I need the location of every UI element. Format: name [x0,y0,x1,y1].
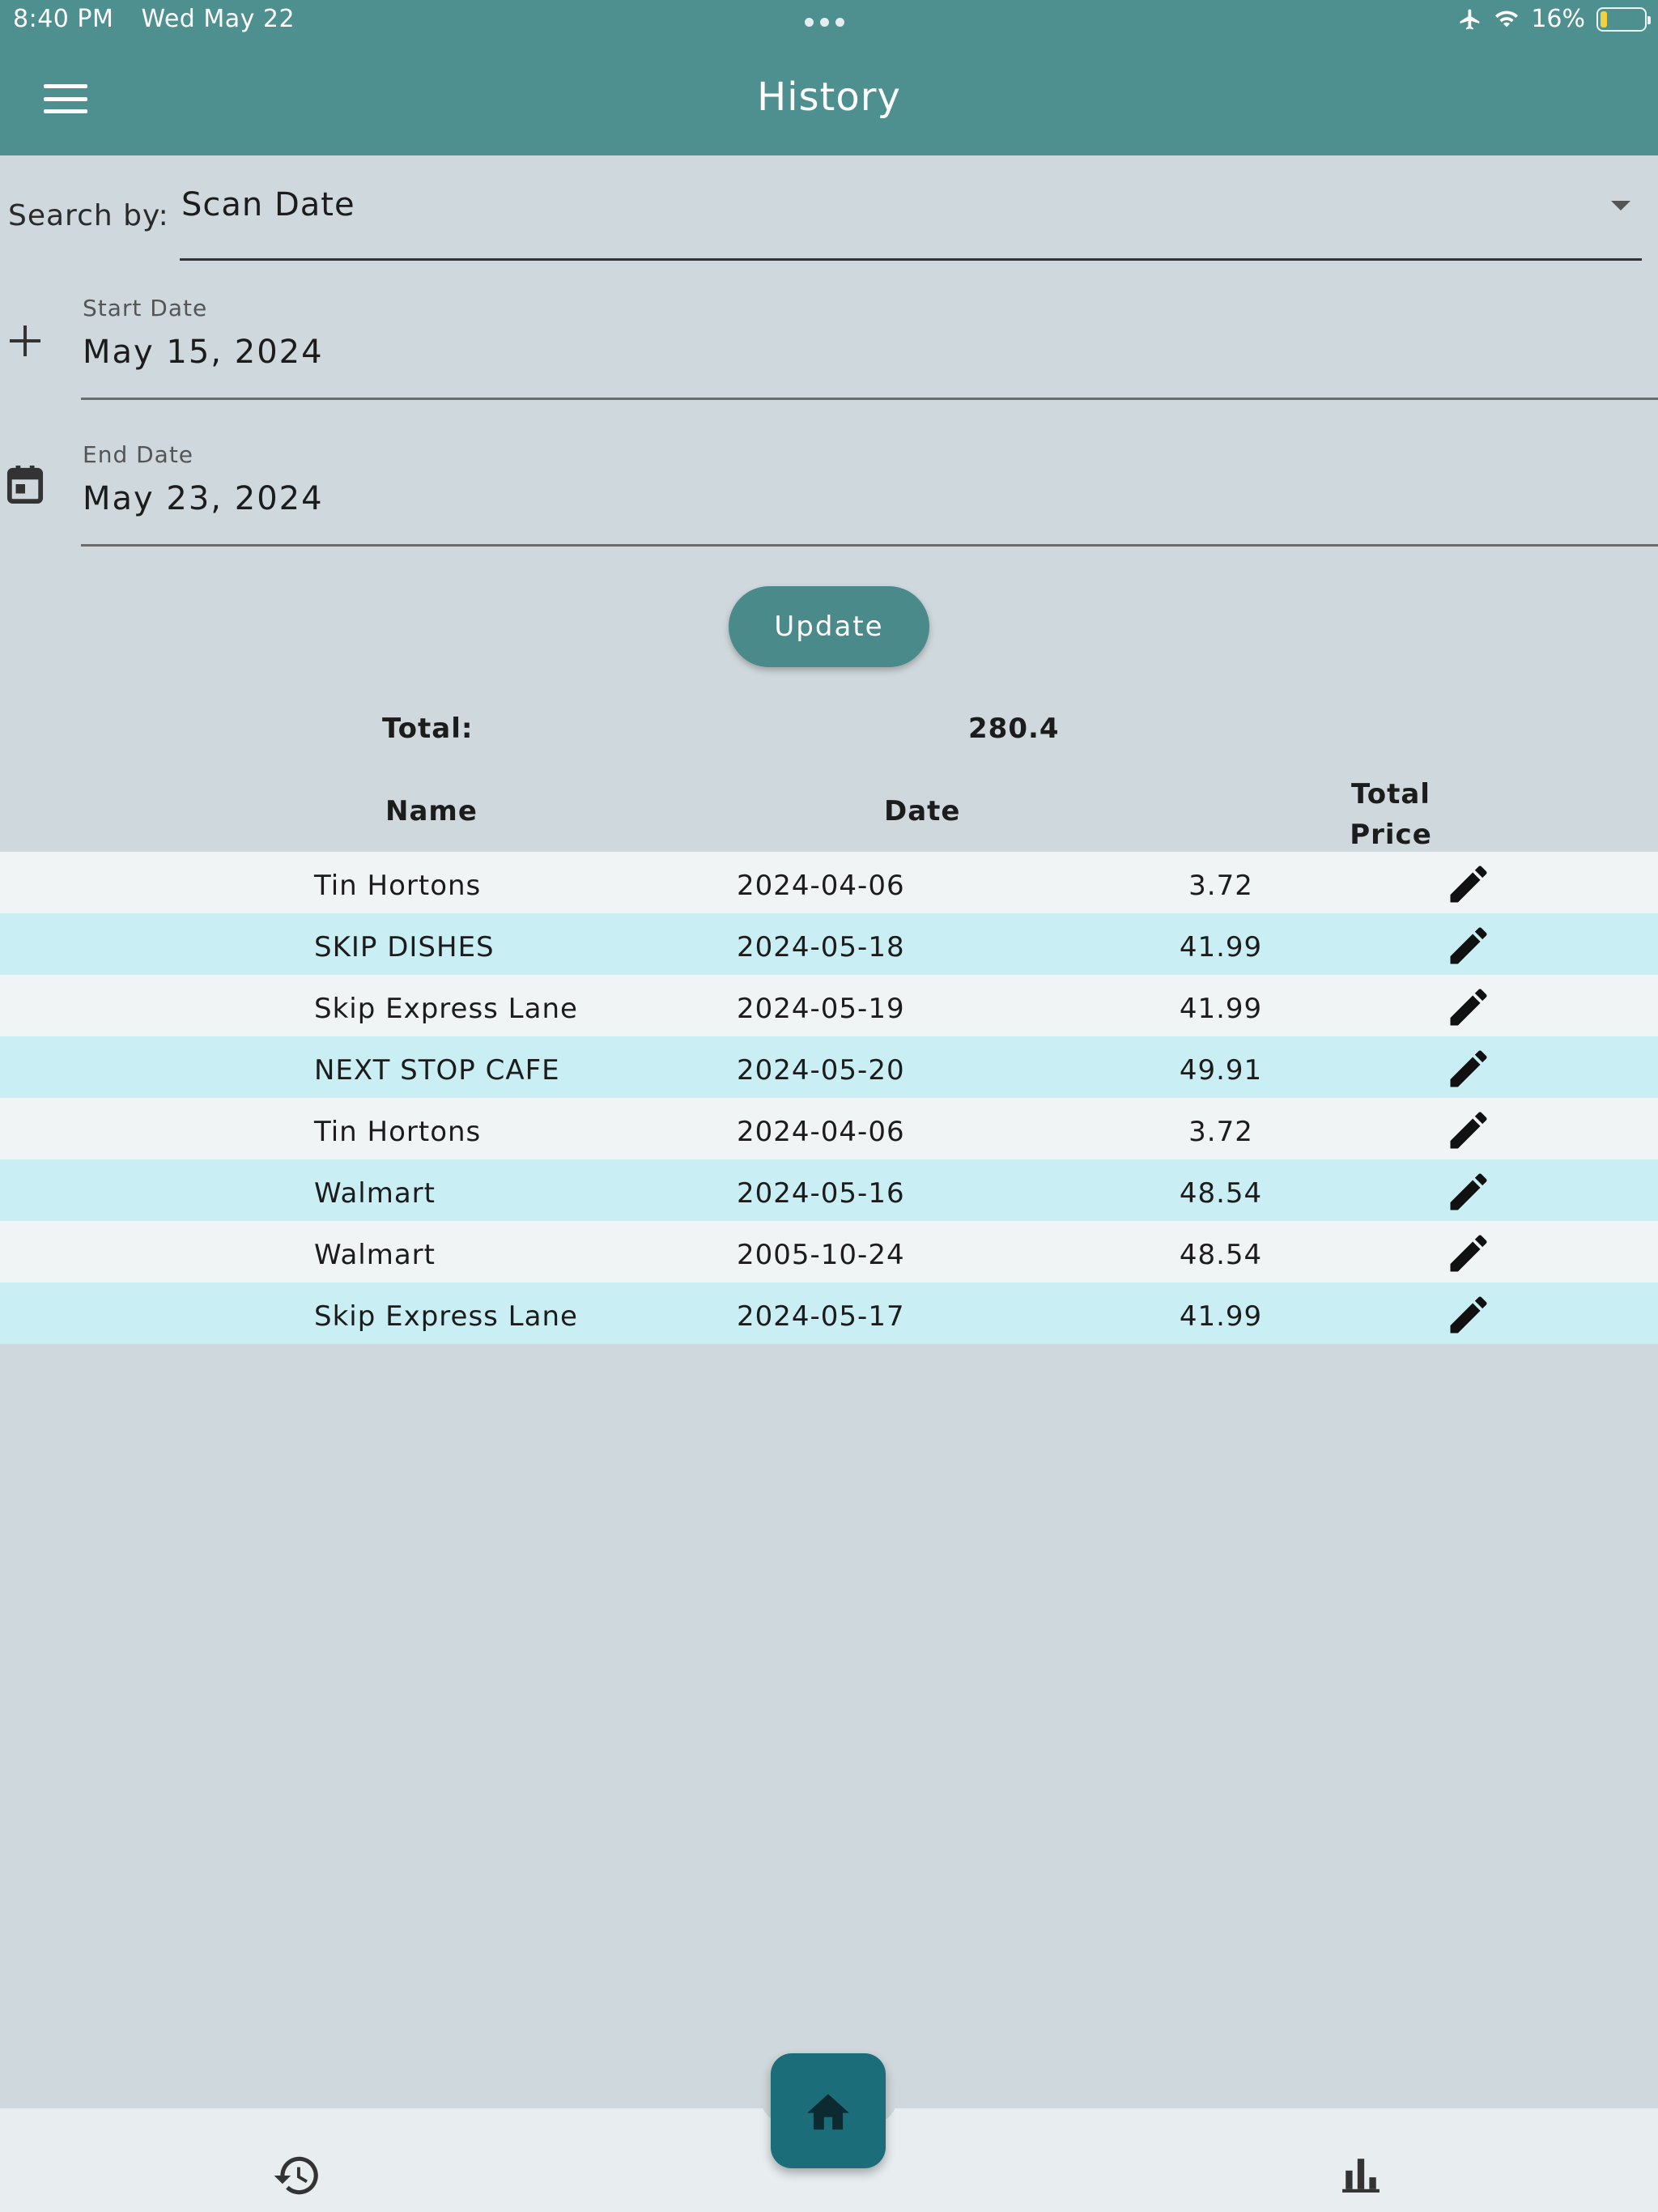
row-name: Skip Express Lane [314,993,578,1025]
row-price: 41.99 [1179,1300,1263,1333]
battery-icon [1596,6,1651,32]
bar-chart-icon[interactable] [1341,2154,1381,2194]
column-header-total-price-line2: Price [1350,819,1432,851]
search-by-label: Search by: [8,199,169,232]
row-date: 2024-04-06 [737,870,905,902]
table-row: NEXT STOP CAFE 2024-05-20 49.91 [0,1036,1658,1098]
row-price: 48.54 [1179,1239,1263,1271]
page-title: History [757,74,901,120]
row-price: 3.72 [1188,1116,1253,1148]
total-label: Total: [382,713,474,745]
row-date: 2024-05-19 [737,993,905,1025]
row-name: SKIP DISHES [314,931,495,963]
pencil-icon[interactable] [1444,1229,1493,1278]
row-name: Tin Hortons [314,1116,482,1148]
pencil-icon[interactable] [1444,1291,1493,1339]
status-bar-left: 8:40 PM Wed May 22 [13,5,314,33]
row-name: Skip Express Lane [314,1300,578,1333]
status-bar-right: 16% [1458,5,1651,33]
table-row: Walmart 2005-10-24 48.54 [0,1221,1658,1283]
table-row: Skip Express Lane 2024-05-19 41.99 [0,975,1658,1036]
status-time: 8:40 PM [13,5,114,33]
history-icon[interactable] [272,2150,322,2201]
row-name: NEXT STOP CAFE [314,1054,560,1087]
row-date: 2024-05-18 [737,931,905,963]
start-date-field[interactable]: Start Date May 15, 2024 [81,295,1658,400]
start-date-label: Start Date [83,295,208,321]
table-row: SKIP DISHES 2024-05-18 41.99 [0,913,1658,975]
column-header-date: Date [884,795,961,827]
home-button[interactable] [771,2053,886,2168]
row-name: Walmart [314,1177,436,1210]
table-row: Walmart 2024-05-16 48.54 [0,1159,1658,1221]
search-by-selected: Scan Date [181,186,355,223]
plus-icon[interactable] [10,325,40,356]
start-date-value: May 15, 2024 [83,334,324,371]
pencil-icon[interactable] [1444,983,1493,1032]
row-price: 41.99 [1179,931,1263,963]
app-bar: 8:40 PM Wed May 22 16% History [0,0,1658,155]
row-date: 2024-05-20 [737,1054,905,1087]
row-price: 41.99 [1179,993,1263,1025]
status-date: Wed May 22 [141,5,295,33]
pencil-icon[interactable] [1444,1168,1493,1216]
calendar-icon[interactable] [6,463,44,505]
row-price: 3.72 [1188,870,1253,902]
row-name: Walmart [314,1239,436,1271]
total-value: 280.4 [968,713,1060,745]
home-icon [807,2094,849,2130]
row-date: 2005-10-24 [737,1239,905,1271]
row-name: Tin Hortons [314,870,482,902]
battery-percent: 16% [1531,5,1585,33]
search-by-dropdown[interactable]: Scan Date [180,177,1642,261]
airplane-icon [1460,9,1480,29]
row-price: 48.54 [1179,1177,1263,1210]
multitasking-dots-icon[interactable] [805,18,844,27]
pencil-icon[interactable] [1444,860,1493,908]
row-date: 2024-05-17 [737,1300,905,1333]
wifi-icon [1495,11,1519,27]
history-table: Tin Hortons 2024-04-06 3.72 SKIP DISHES … [0,852,1658,1344]
row-date: 2024-05-16 [737,1177,905,1210]
end-date-field[interactable]: End Date May 23, 2024 [81,441,1658,547]
pencil-icon[interactable] [1444,1106,1493,1155]
row-date: 2024-04-06 [737,1116,905,1148]
update-button[interactable]: Update [729,586,929,667]
table-row: Skip Express Lane 2024-05-17 41.99 [0,1283,1658,1344]
end-date-label: End Date [83,441,194,468]
table-row: Tin Hortons 2024-04-06 3.72 [0,852,1658,913]
row-price: 49.91 [1179,1054,1263,1087]
pencil-icon[interactable] [1444,1044,1493,1093]
dropdown-arrow-icon [1611,201,1630,211]
end-date-value: May 23, 2024 [83,480,324,517]
column-header-total-price-line1: Total [1351,778,1431,810]
pencil-icon[interactable] [1444,921,1493,970]
table-row: Tin Hortons 2024-04-06 3.72 [0,1098,1658,1159]
column-header-name: Name [385,795,478,827]
column-header-total-price: Total Price [1342,774,1439,855]
